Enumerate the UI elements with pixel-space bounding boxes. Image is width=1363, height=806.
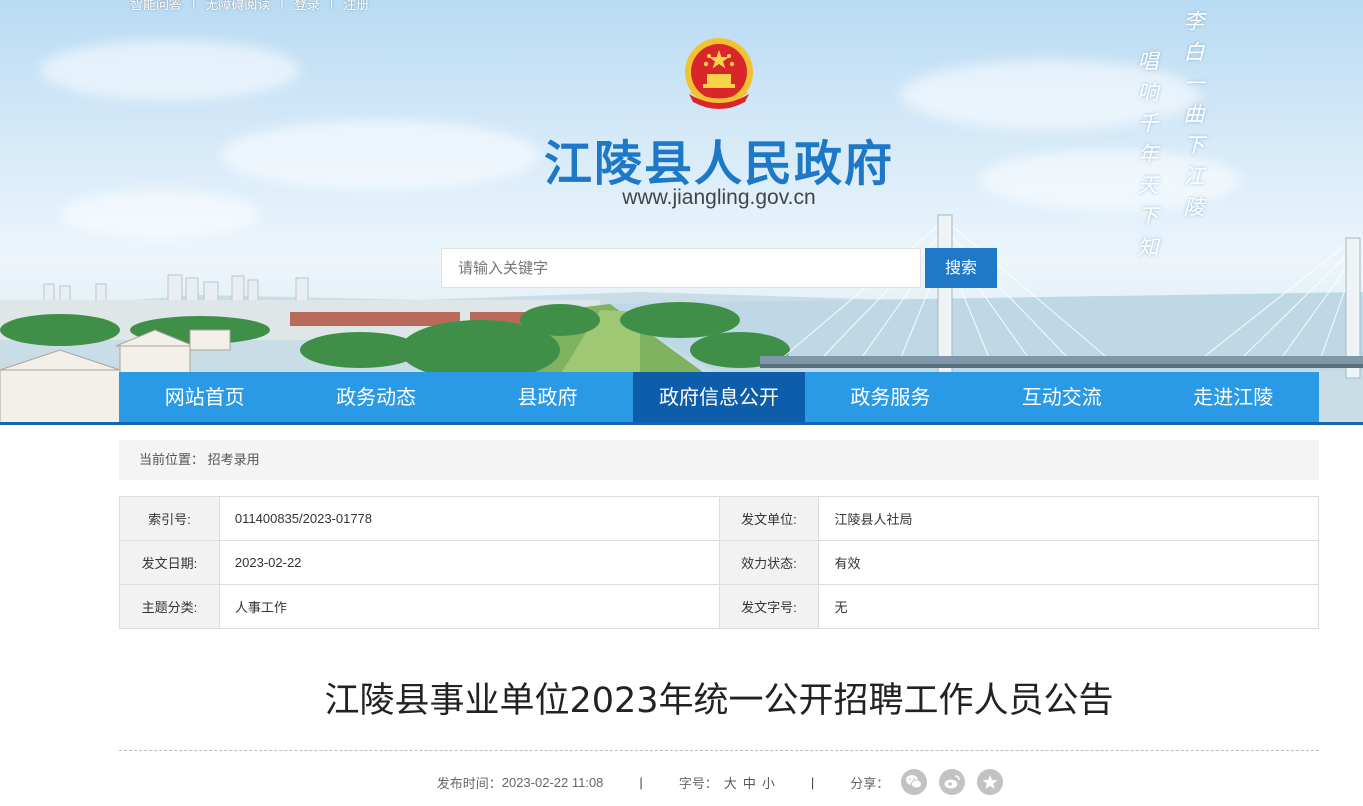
- breadcrumb-link-recruitment[interactable]: 招考录用: [208, 452, 260, 467]
- doc-number-value: 无: [818, 584, 1319, 629]
- validity-value: 有效: [818, 540, 1319, 585]
- top-link-qa[interactable]: 智能问答: [130, 0, 182, 13]
- nav-item-interaction[interactable]: 互动交流: [976, 372, 1147, 422]
- top-link-login[interactable]: 登录: [294, 0, 320, 13]
- breadcrumb: 当前位置： 招考录用: [119, 440, 1319, 480]
- issue-date-label: 发文日期:: [119, 540, 220, 585]
- header-banner: 智能问答 | 无障碍阅读 | 登录 | 注册 江陵县人民政府 www.jiang…: [0, 0, 1363, 424]
- font-size-large-button[interactable]: 大: [724, 773, 737, 792]
- font-size-medium-button[interactable]: 中: [743, 773, 756, 792]
- nav-underline: [0, 422, 1363, 425]
- publish-label: 发布时间：: [436, 775, 502, 791]
- meta-separator: |: [810, 774, 815, 790]
- top-link-register[interactable]: 注册: [343, 0, 369, 13]
- validity-label: 效力状态:: [718, 540, 820, 585]
- share-label: 分享：: [850, 775, 890, 791]
- nav-item-news[interactable]: 政务动态: [290, 372, 461, 422]
- topic-label: 主题分类:: [119, 584, 220, 629]
- page: 智能问答 | 无障碍阅读 | 登录 | 注册 江陵县人民政府 www.jiang…: [0, 0, 1363, 806]
- issuer-value: 江陵县人社局: [818, 496, 1319, 541]
- document-info-table: 索引号: 011400835/2023-01778 发文单位: 江陵县人社局 发…: [119, 496, 1319, 629]
- main-nav: 网站首页 政务动态 县政府 政府信息公开 政务服务 互动交流 走进江陵: [119, 372, 1319, 422]
- index-number-value: 011400835/2023-01778: [218, 496, 720, 541]
- doc-number-label: 发文字号:: [718, 584, 820, 629]
- font-size-label: 字号：: [678, 775, 718, 791]
- nav-item-info-disclosure[interactable]: 政府信息公开: [633, 372, 805, 422]
- nav-item-about[interactable]: 走进江陵: [1148, 372, 1319, 422]
- publish-time: 2023-02-22 11:08: [501, 774, 604, 790]
- nav-item-services[interactable]: 政务服务: [805, 372, 976, 422]
- issuer-label: 发文单位:: [718, 496, 820, 541]
- topic-value: 人事工作: [218, 584, 720, 629]
- meta-separator: |: [639, 774, 643, 790]
- weibo-icon[interactable]: [939, 769, 966, 795]
- table-row: 发文日期: 2023-02-22 效力状态: 有效: [119, 540, 1319, 585]
- title-divider: [119, 750, 1319, 751]
- article-title: 江陵县事业单位2023年统一公开招聘工作人员公告: [324, 681, 1114, 721]
- top-links: 智能问答 | 无障碍阅读 | 登录 | 注册: [130, 0, 369, 13]
- wechat-icon[interactable]: [901, 769, 928, 795]
- national-emblem-icon: [685, 38, 753, 109]
- top-link-accessibility[interactable]: 无障碍阅读: [205, 0, 270, 13]
- nav-item-home[interactable]: 网站首页: [119, 372, 290, 422]
- index-number-label: 索引号:: [119, 496, 220, 541]
- breadcrumb-prefix: 当前位置：: [139, 452, 205, 467]
- search-input[interactable]: [441, 248, 921, 288]
- table-row: 主题分类: 人事工作 发文字号: 无: [119, 584, 1319, 629]
- article-meta: 发布时间： 2023-02-22 11:08 | 字号： 大 中 小 | 分享：: [0, 766, 1363, 798]
- poem-line-right: 李白一曲下江陵: [1181, 10, 1205, 227]
- nav-item-county-gov[interactable]: 县政府: [462, 372, 633, 422]
- search-button[interactable]: 搜索: [925, 248, 997, 288]
- poem-line-left: 唱响千年天下知: [1135, 50, 1159, 267]
- favorite-star-icon[interactable]: [977, 769, 1004, 795]
- font-size-small-button[interactable]: 小: [762, 773, 775, 792]
- table-row: 索引号: 011400835/2023-01778 发文单位: 江陵县人社局: [119, 496, 1319, 541]
- issue-date-value: 2023-02-22: [218, 540, 720, 585]
